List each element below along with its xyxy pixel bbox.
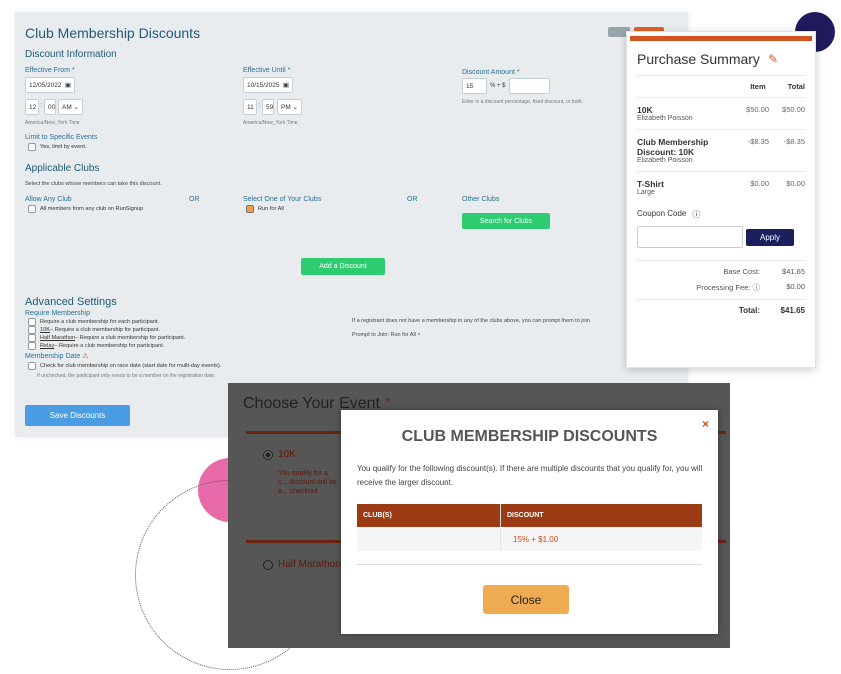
item-price: $0.00 bbox=[750, 179, 769, 188]
base-cost-label: Base Cost: bbox=[723, 267, 760, 276]
from-minute[interactable]: 00 bbox=[44, 99, 56, 115]
item-price: -$8.35 bbox=[747, 137, 769, 146]
coupon-label: Coupon Code bbox=[637, 209, 687, 218]
search-clubs-button[interactable]: Search for Clubs bbox=[462, 213, 550, 229]
until-ampm-select[interactable]: PM ⌄ bbox=[277, 99, 302, 115]
col-total: Total bbox=[787, 82, 805, 91]
discount-table: CLUB(S) DISCOUNT 15% + $1.00 bbox=[357, 504, 702, 551]
discount-separator: % + $ bbox=[490, 83, 506, 89]
req-option-half[interactable]: Half Marathon – Require a club membershi… bbox=[28, 334, 185, 342]
info-icon[interactable]: ⓘ bbox=[753, 283, 761, 292]
save-discounts-button[interactable]: Save Discounts bbox=[25, 405, 130, 426]
from-hour[interactable]: 12 bbox=[25, 99, 39, 115]
discount-fixed-input[interactable] bbox=[509, 78, 550, 94]
item-name: Club Membership Discount: 10K bbox=[637, 137, 709, 157]
req-option-relay[interactable]: Relay – Require a club membership for pa… bbox=[28, 342, 185, 350]
chevron-down-icon: ⌄ bbox=[73, 104, 79, 111]
remove-icon[interactable]: × bbox=[417, 332, 420, 338]
from-timezone: America/New_York Time bbox=[25, 120, 80, 126]
item-sub: Elizabeth Poisson bbox=[637, 157, 693, 164]
summary-line-item: 10K Elizabeth Poisson $50.00 $50.00 bbox=[627, 97, 815, 129]
section-discount-info: Discount Information bbox=[25, 49, 117, 60]
close-button[interactable]: Close bbox=[483, 585, 569, 614]
warning-icon: ⚠ bbox=[82, 353, 89, 360]
calendar-icon: ▣ bbox=[282, 82, 289, 89]
summary-title: Purchase Summary bbox=[637, 51, 760, 67]
edit-icon[interactable]: ✎ bbox=[768, 52, 778, 66]
any-club-checkbox[interactable]: All members from any club on RunSignup bbox=[28, 205, 143, 213]
qualify-text: You qualify for a c... discount will be … bbox=[278, 470, 337, 495]
your-clubs-label: Select One of Your Clubs bbox=[243, 196, 322, 203]
row-club bbox=[357, 527, 501, 551]
radio-icon bbox=[263, 559, 273, 570]
col-clubs: CLUB(S) bbox=[357, 504, 501, 527]
col-item: Item bbox=[750, 82, 766, 91]
page-title: Club Membership Discounts bbox=[25, 25, 201, 41]
processing-fee-label: Processing Fee: ⓘ bbox=[696, 283, 761, 292]
summary-line-item: T-Shirt Large $0.00 $0.00 bbox=[627, 171, 815, 203]
until-hour[interactable]: 11 bbox=[243, 99, 257, 115]
your-club-checkbox[interactable]: Run for All bbox=[246, 205, 284, 213]
base-cost: $41.65 bbox=[782, 267, 805, 276]
or-label: OR bbox=[407, 196, 418, 203]
processing-fee: $0.00 bbox=[786, 282, 805, 291]
section-applicable-clubs: Applicable Clubs bbox=[25, 163, 100, 174]
item-price: $50.00 bbox=[746, 105, 769, 114]
prompt-join: Prompt to Join: Run for All × bbox=[352, 332, 421, 338]
item-name: T-Shirt bbox=[637, 179, 664, 189]
effective-from-label: Effective From * bbox=[25, 67, 75, 74]
effective-until-label: Effective Until * bbox=[243, 67, 291, 74]
total-label: Total: bbox=[738, 306, 760, 315]
club-discount-modal: × CLUB MEMBERSHIP DISCOUNTS You qualify … bbox=[341, 410, 718, 634]
purchase-summary: Purchase Summary ✎ Item Total 10K Elizabet… bbox=[626, 31, 816, 368]
race-date-checkbox[interactable]: Check for club membership on race date (… bbox=[28, 362, 221, 370]
item-sub: Elizabeth Poisson bbox=[637, 115, 693, 122]
info-icon[interactable]: ⓘ bbox=[692, 209, 700, 220]
effective-until-date[interactable]: 10/15/2025 ▣ bbox=[243, 77, 293, 93]
section-advanced: Advanced Settings bbox=[25, 296, 117, 308]
until-timezone: America/New_York Time bbox=[243, 120, 298, 126]
item-name: 10K bbox=[637, 105, 653, 115]
total-value: $41.65 bbox=[780, 306, 805, 315]
until-minute[interactable]: 59 bbox=[262, 99, 274, 115]
item-total: -$8.35 bbox=[783, 137, 805, 146]
prompt-help: If a registrant does not have a membersh… bbox=[352, 318, 590, 324]
chevron-down-icon: ⌄ bbox=[292, 104, 298, 111]
table-row: 15% + $1.00 bbox=[357, 527, 702, 551]
apply-button[interactable]: Apply bbox=[746, 228, 794, 246]
discount-percent-input[interactable]: 15 bbox=[462, 78, 487, 94]
membership-date-label: Membership Date ⚠ bbox=[25, 353, 89, 360]
race-date-help: If unchecked, the participant only needs… bbox=[37, 373, 216, 379]
discount-help: Enter in a discount percentage, fixed di… bbox=[462, 99, 583, 105]
clubs-help: Select the clubs whose members can take … bbox=[25, 181, 162, 187]
calendar-icon: ▣ bbox=[64, 82, 71, 89]
other-clubs-label: Other Clubs bbox=[462, 196, 500, 203]
summary-line-item: Club Membership Discount: 10K Elizabeth P… bbox=[627, 129, 815, 171]
from-ampm-select[interactable]: AM ⌄ bbox=[58, 99, 83, 115]
effective-from-date[interactable]: 12/05/2022 ▣ bbox=[25, 77, 75, 93]
limit-events-label: Limit to Specific Events bbox=[25, 134, 98, 141]
req-option-each[interactable]: Require a club membership for each parti… bbox=[28, 318, 185, 326]
require-membership-label: Require Membership bbox=[25, 310, 90, 317]
radio-selected-icon bbox=[263, 449, 273, 460]
item-sub: Large bbox=[637, 189, 655, 196]
event-option-half[interactable]: Half Marathon bbox=[263, 559, 341, 570]
any-club-label: Allow Any Club bbox=[25, 196, 72, 203]
col-discount: DISCOUNT bbox=[507, 512, 544, 519]
modal-text: You qualify for the following discount(s… bbox=[357, 464, 703, 487]
discount-amount-label: Discount Amount * bbox=[462, 69, 520, 76]
limit-events-checkbox[interactable]: Yes, limit by event. bbox=[28, 143, 86, 151]
row-discount: 15% + $1.00 bbox=[513, 534, 559, 544]
req-option-10k[interactable]: 10K – Require a club membership for part… bbox=[28, 326, 185, 334]
item-total: $0.00 bbox=[786, 179, 805, 188]
admin-panel: Club Membership Discounts Discount Infor… bbox=[15, 12, 688, 437]
modal-title: CLUB MEMBERSHIP DISCOUNTS bbox=[401, 428, 658, 445]
or-label: OR bbox=[189, 196, 200, 203]
add-discount-button[interactable]: Add a Discount bbox=[301, 258, 385, 275]
coupon-input[interactable] bbox=[637, 226, 743, 248]
item-total: $50.00 bbox=[782, 105, 805, 114]
event-option-10k[interactable]: 10K bbox=[263, 449, 296, 460]
